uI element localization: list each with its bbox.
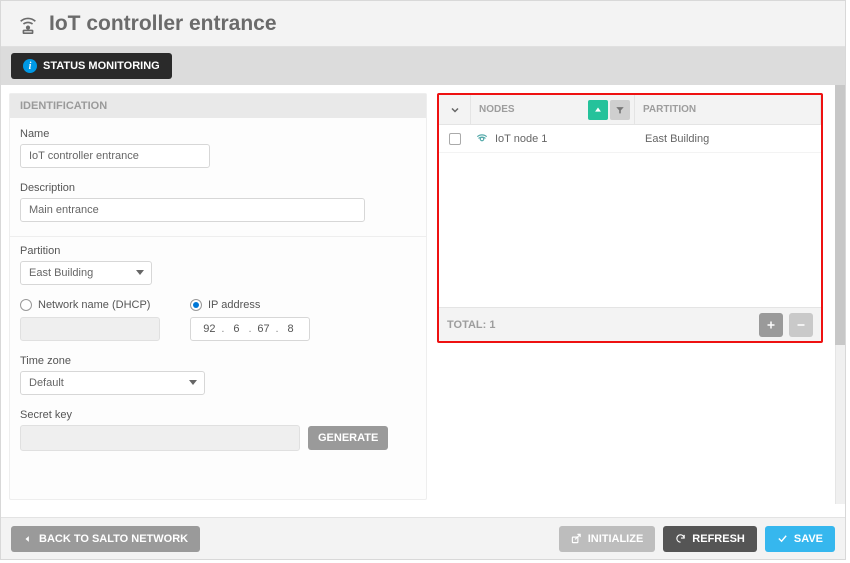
timezone-label: Time zone [20,355,416,367]
tabs-bar: i STATUS MONITORING [1,47,845,85]
bottom-action-bar: BACK TO SALTO NETWORK INITIALIZE REFRESH… [1,517,845,559]
description-input[interactable] [20,198,365,222]
initialize-label: INITIALIZE [588,533,644,545]
back-button-label: BACK TO SALTO NETWORK [39,533,188,545]
identification-section-header: IDENTIFICATION [10,94,426,118]
ip-octet-4[interactable]: 8 [281,323,301,335]
network-name-radio[interactable]: Network name (DHCP) [20,299,160,311]
initialize-button[interactable]: INITIALIZE [559,526,656,552]
total-label: TOTAL: 1 [447,319,496,331]
remove-node-button[interactable] [789,313,813,337]
ip-address-radio[interactable]: IP address [190,299,310,311]
iot-node-icon [475,132,489,146]
timezone-select[interactable]: Default [20,371,205,395]
total-count: 1 [489,319,495,331]
partition-select[interactable]: East Building [20,261,152,285]
filter-icon[interactable] [610,100,630,120]
add-node-button[interactable] [759,313,783,337]
scrollbar-track[interactable] [835,85,845,504]
description-label: Description [20,182,416,194]
secret-key-label: Secret key [20,409,416,421]
save-button[interactable]: SAVE [765,526,835,552]
nodes-column-label: NODES [479,104,515,115]
info-icon: i [23,59,37,73]
identification-form: Name Description Partition East Building [10,118,426,469]
nodes-panel: NODES PARTITION [437,93,823,343]
ip-octet-2[interactable]: 6 [226,323,246,335]
status-monitoring-tab[interactable]: i STATUS MONITORING [11,53,172,79]
page-frame: IoT controller entrance i STATUS MONITOR… [0,0,846,560]
body-area: IDENTIFICATION Name Description Partitio… [1,85,845,504]
table-row[interactable]: IoT node 1 East Building [439,125,821,153]
column-header-nodes[interactable]: NODES [471,95,635,124]
network-name-label: Network name (DHCP) [38,299,150,311]
ip-address-input[interactable]: 92 . 6 . 67 . 8 [190,317,310,341]
column-header-partition[interactable]: PARTITION [635,95,821,124]
node-name-cell: IoT node 1 [495,133,547,145]
expand-collapse-toggle[interactable] [439,95,471,124]
refresh-button[interactable]: REFRESH [663,526,757,552]
row-checkbox[interactable] [449,133,461,145]
radio-checked-icon [190,299,202,311]
scrollbar-thumb[interactable] [835,85,845,345]
nodes-table-header: NODES PARTITION [439,95,821,125]
nodes-table-footer: TOTAL: 1 [439,307,821,341]
save-label: SAVE [794,533,823,545]
ip-octet-1[interactable]: 92 [199,323,219,335]
identification-panel: IDENTIFICATION Name Description Partitio… [9,93,427,500]
nodes-table-body: IoT node 1 East Building [439,125,821,307]
partition-column-label: PARTITION [643,104,696,115]
refresh-label: REFRESH [692,533,745,545]
generate-button[interactable]: GENERATE [308,426,388,450]
name-label: Name [20,128,416,140]
sort-ascending-icon[interactable] [588,100,608,120]
divider [10,236,426,237]
back-button[interactable]: BACK TO SALTO NETWORK [11,526,200,552]
name-input[interactable] [20,144,210,168]
partition-label: Partition [20,245,416,257]
node-partition-cell: East Building [635,133,821,145]
network-name-input-disabled [20,317,160,341]
title-bar: IoT controller entrance [1,1,845,47]
ip-octet-3[interactable]: 67 [254,323,274,335]
secret-key-input[interactable] [20,425,300,451]
status-monitoring-label: STATUS MONITORING [43,60,160,72]
page-title: IoT controller entrance [49,12,277,36]
iot-controller-icon [17,13,39,35]
ip-address-label: IP address [208,299,260,311]
radio-unchecked-icon [20,299,32,311]
